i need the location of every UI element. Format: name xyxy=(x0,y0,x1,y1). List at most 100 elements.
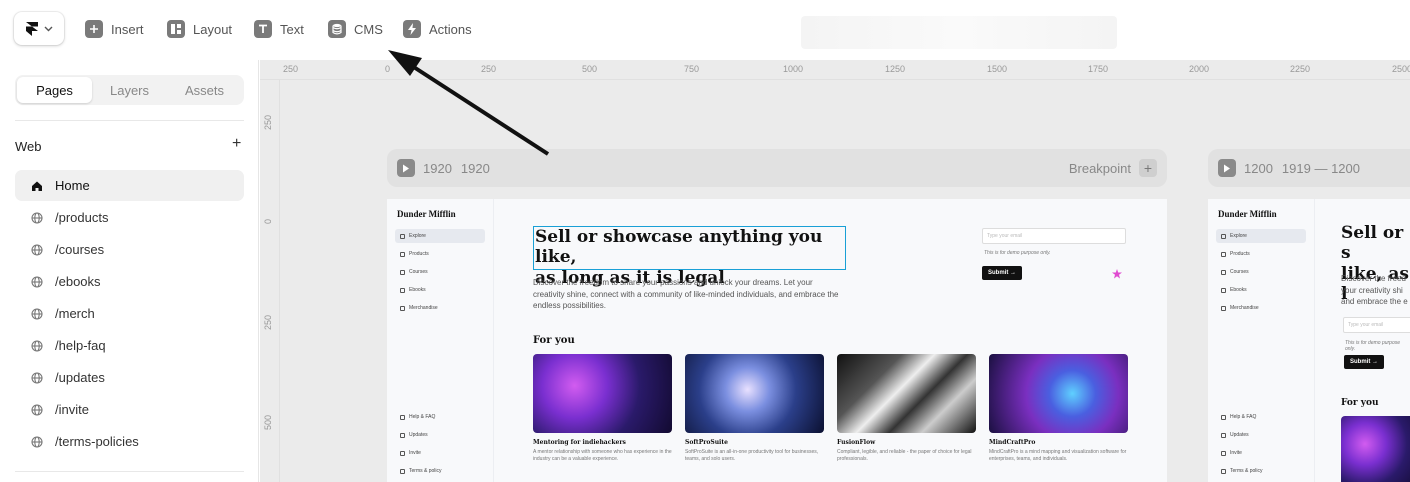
insert-button[interactable]: Insert xyxy=(85,19,144,39)
site-nav-courses[interactable]: Courses xyxy=(395,265,485,279)
tablet-frame[interactable]: Dunder Mifflin Explore Products Courses … xyxy=(1208,199,1410,482)
ruler-tick: 1250 xyxy=(885,64,906,74)
page-item-products[interactable]: /products xyxy=(15,202,244,233)
invite-icon xyxy=(1221,450,1226,456)
nav-label: Invite xyxy=(409,450,421,456)
layout-button[interactable]: Layout xyxy=(167,19,232,39)
desktop-frame[interactable]: Dunder Mifflin Explore Products Courses … xyxy=(387,199,1167,482)
page-item-updates[interactable]: /updates xyxy=(15,362,244,393)
page-item-invite[interactable]: /invite xyxy=(15,394,244,425)
submit-button[interactable]: Submit → xyxy=(982,266,1022,280)
page-item-merch[interactable]: /merch xyxy=(15,298,244,329)
page-item-home[interactable]: Home xyxy=(15,170,244,201)
help-icon xyxy=(400,414,405,420)
site-brand: Dunder Mifflin xyxy=(397,209,456,219)
actions-label: Actions xyxy=(429,21,472,37)
actions-button[interactable]: Actions xyxy=(403,19,472,39)
section-heading-for-you: For you xyxy=(1341,398,1379,408)
ruler-tick: 0 xyxy=(263,218,273,224)
framer-menu-button[interactable] xyxy=(14,12,64,45)
text-icon xyxy=(254,20,272,38)
globe-icon xyxy=(30,403,44,417)
email-input[interactable]: Type your email xyxy=(1343,317,1410,333)
nav-label: Products xyxy=(1230,251,1250,257)
site-nav-merchandise[interactable]: Merchandise xyxy=(1216,301,1306,315)
page-label: /merch xyxy=(55,306,95,321)
globe-icon xyxy=(30,339,44,353)
site-nav-explore[interactable]: Explore xyxy=(395,229,485,243)
page-label: /ebooks xyxy=(55,274,101,289)
breakpoint-bar-tablet[interactable]: 1200 1919 — 1200 xyxy=(1208,149,1410,187)
globe-icon xyxy=(30,211,44,225)
page-item-ebooks[interactable]: /ebooks xyxy=(15,266,244,297)
page-label: /products xyxy=(55,210,109,225)
divider xyxy=(15,471,244,472)
product-image xyxy=(685,354,824,433)
help-icon xyxy=(1221,414,1226,420)
nav-label: Updates xyxy=(409,432,428,438)
blurred-region xyxy=(801,16,1117,49)
nav-label: Help & FAQ xyxy=(1230,414,1257,420)
tab-pages[interactable]: Pages xyxy=(17,77,92,103)
product-image xyxy=(533,354,672,433)
framer-logo-icon xyxy=(25,21,38,36)
site-nav-ebooks[interactable]: Ebooks xyxy=(1216,283,1306,297)
submit-button[interactable]: Submit → xyxy=(1344,355,1384,369)
nav-label: Products xyxy=(409,251,429,257)
site-nav-terms[interactable]: Terms & policy xyxy=(395,464,485,478)
hero-description: Discover the freed your creativity shi a… xyxy=(1341,274,1408,307)
nav-label: Courses xyxy=(1230,269,1249,275)
sidebar-tabs: Pages Layers Assets xyxy=(15,75,244,105)
page-label: /updates xyxy=(55,370,105,385)
page-item-courses[interactable]: /courses xyxy=(15,234,244,265)
page-item-help-faq[interactable]: /help-faq xyxy=(15,330,244,361)
product-card[interactable]: SoftProSuite SoftProSuite is an all-in-o… xyxy=(685,354,824,463)
product-card[interactable]: MindCraftPro MindCraftPro is a mind mapp… xyxy=(989,354,1128,463)
globe-icon xyxy=(30,307,44,321)
site-nav-updates[interactable]: Updates xyxy=(395,428,485,442)
terms-icon xyxy=(400,468,405,474)
site-nav-products[interactable]: Products xyxy=(1216,247,1306,261)
site-nav-courses[interactable]: Courses xyxy=(1216,265,1306,279)
home-icon xyxy=(30,179,44,193)
page-item-terms-policies[interactable]: /terms-policies xyxy=(15,426,244,457)
vertical-ruler: 250 0 250 500 xyxy=(260,80,280,482)
tab-assets[interactable]: Assets xyxy=(167,77,242,103)
site-nav-updates[interactable]: Updates xyxy=(1216,428,1306,442)
site-nav-ebooks[interactable]: Ebooks xyxy=(395,283,485,297)
star-icon xyxy=(1112,269,1122,279)
nav-label: Terms & policy xyxy=(1230,468,1263,474)
card-title: FusionFlow xyxy=(837,439,876,446)
invite-icon xyxy=(400,450,405,456)
text-button[interactable]: Text xyxy=(254,19,304,39)
add-page-button[interactable]: + xyxy=(232,135,241,153)
products-icon xyxy=(1221,251,1226,257)
hero-line: Sell or s xyxy=(1341,223,1404,264)
play-icon[interactable] xyxy=(1218,159,1236,177)
site-nav-explore[interactable]: Explore xyxy=(1216,229,1306,243)
explore-icon xyxy=(400,233,405,239)
divider xyxy=(15,120,244,121)
site-nav-products[interactable]: Products xyxy=(395,247,485,261)
site-nav-merchandise[interactable]: Merchandise xyxy=(395,301,485,315)
hero-heading[interactable]: Sell or showcase anything you like, as l… xyxy=(533,226,846,288)
page-label: /invite xyxy=(55,402,89,417)
breakpoint-label[interactable]: Breakpoint xyxy=(1069,161,1131,176)
site-nav-invite[interactable]: Invite xyxy=(395,446,485,460)
product-card[interactable]: Mentoring for indiehackers A mentor rela… xyxy=(533,354,672,463)
site-nav-terms[interactable]: Terms & policy xyxy=(1216,464,1306,478)
site-nav-help[interactable]: Help & FAQ xyxy=(1216,410,1306,424)
frame-width: 1200 xyxy=(1244,160,1273,176)
terms-icon xyxy=(1221,468,1226,474)
add-breakpoint-button[interactable]: + xyxy=(1139,159,1157,177)
nav-label: Terms & policy xyxy=(409,468,442,474)
site-nav-help[interactable]: Help & FAQ xyxy=(395,410,485,424)
cms-button[interactable]: CMS xyxy=(328,19,383,39)
tab-layers[interactable]: Layers xyxy=(92,77,167,103)
nav-label: Merchandise xyxy=(409,305,438,311)
page-label: /terms-policies xyxy=(55,434,139,449)
ruler-tick: 250 xyxy=(263,114,273,130)
product-card[interactable]: FusionFlow Compliant, legible, and relia… xyxy=(837,354,976,463)
email-input[interactable]: Type your email xyxy=(982,228,1126,244)
site-nav-invite[interactable]: Invite xyxy=(1216,446,1306,460)
